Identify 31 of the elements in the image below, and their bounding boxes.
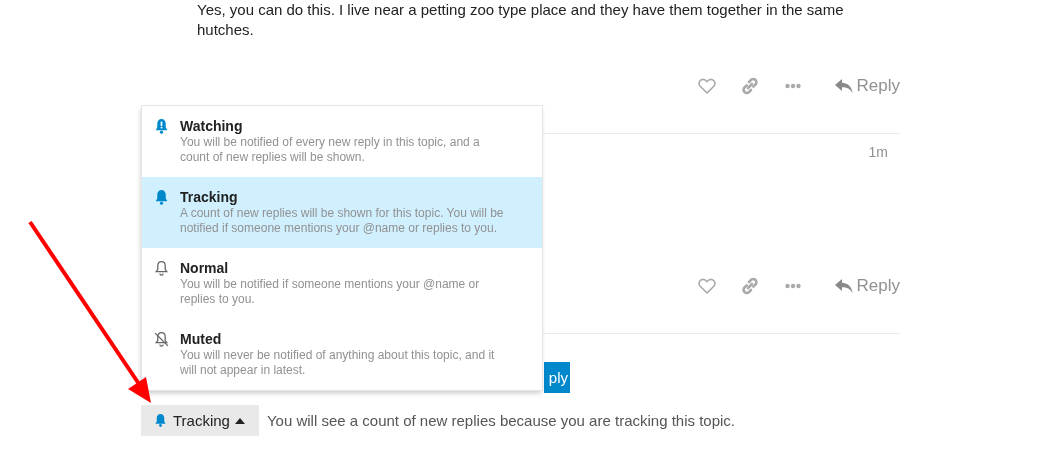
option-description: You will be notified of every new reply in this topic, and a count of new replies will be shown. — [180, 135, 481, 165]
reply-button[interactable]: ply — [544, 362, 570, 393]
reply-icon — [834, 278, 853, 294]
menu-item[interactable]: Muted You will never be notified of anything about this topic, and it will not appear in latest. — [142, 319, 542, 390]
bell-slash-icon — [153, 331, 170, 348]
bell-icon — [153, 413, 168, 428]
option-title: Watching — [180, 118, 244, 135]
option-description: You will be notified if someone mentions your @name or replies to you. — [180, 277, 481, 307]
option-description: A count of new replies will be shown for this topic. You will be notified if someone mentions your @name or replies to you. — [180, 206, 505, 236]
bell-outline-icon — [153, 260, 170, 277]
bell-exclamation-icon — [153, 118, 170, 135]
link-icon[interactable] — [741, 77, 760, 95]
heart-icon[interactable] — [698, 278, 717, 294]
link-icon[interactable] — [741, 277, 760, 295]
post-text: Yes, you can do this. I live near a petting zoo type place and they have them together in the same hutches. — [197, 0, 845, 40]
option-title: Normal — [180, 260, 230, 277]
more-icon[interactable] — [785, 83, 802, 89]
option-title: Muted — [180, 331, 223, 348]
reply-icon — [834, 78, 853, 94]
heart-icon[interactable] — [698, 78, 717, 94]
tracking-message: You will see a count of new replies because you are tracking this topic. — [266, 412, 735, 429]
more-icon[interactable] — [785, 283, 802, 289]
option-description: You will never be notified of anything about this topic, and it will not appear in latest. — [180, 348, 496, 378]
caret-up-icon — [234, 417, 245, 424]
menu-item[interactable]: Watching You will be notified of every new reply in this topic, and a count of new replies will be shown. — [142, 106, 542, 177]
post-time: 1m — [868, 144, 888, 160]
notification-dropdown[interactable]: Tracking — [141, 405, 259, 436]
bell-icon — [153, 189, 170, 206]
menu-item[interactable]: Tracking A count of new replies will be shown for this topic. You will be notified if someone mentions your @name or replies to you. — [142, 177, 542, 248]
option-title: Tracking — [180, 189, 239, 206]
menu-item[interactable]: Normal You will be notified if someone mentions your @name or replies to you. — [142, 248, 542, 319]
